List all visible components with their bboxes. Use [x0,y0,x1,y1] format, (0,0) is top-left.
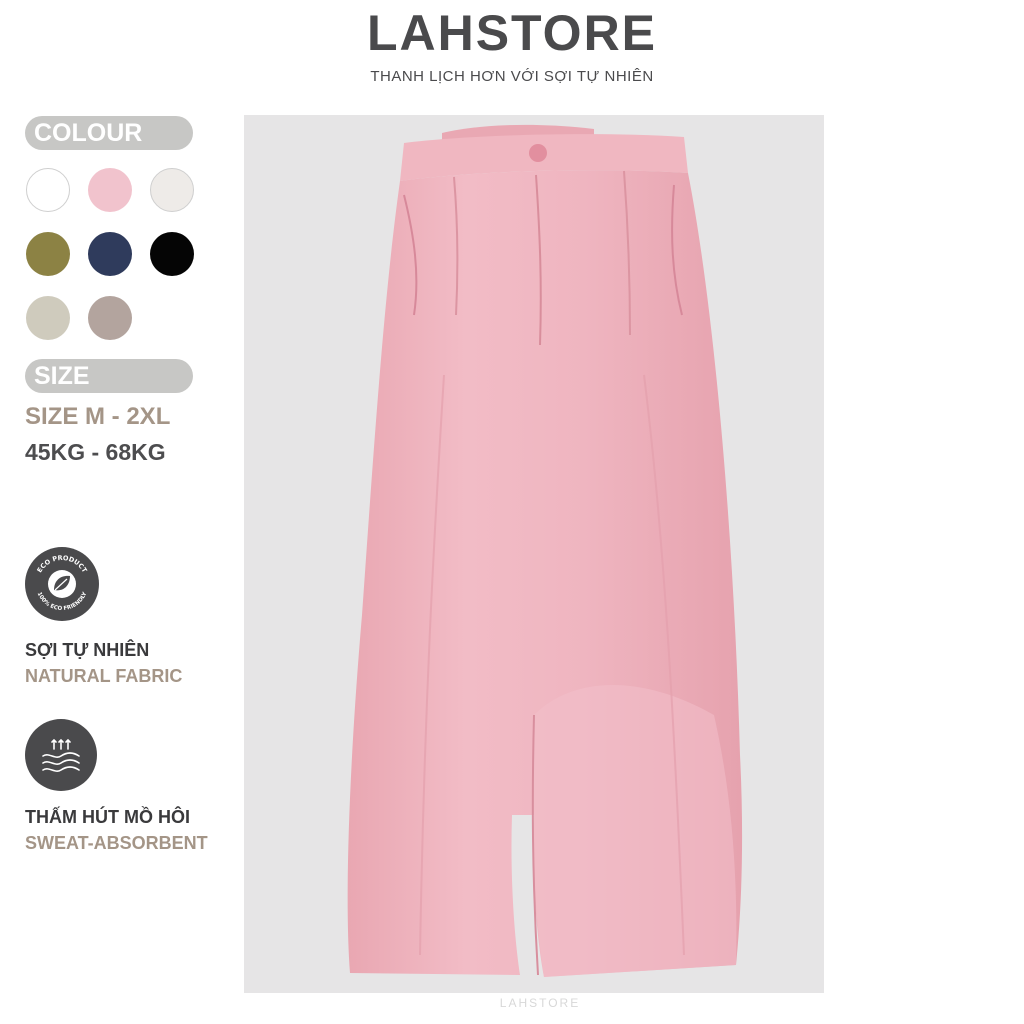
colour-swatch-navy[interactable] [88,232,132,276]
colour-swatch-olive[interactable] [26,232,70,276]
colour-swatch-black[interactable] [150,232,194,276]
brand-logo: LAHSTORE [366,5,658,61]
size-heading: SIZE [25,359,193,393]
feature-sweat-absorbent-en: SWEAT-ABSORBENT [25,833,208,853]
product-image [244,115,824,993]
watermark-text: LAHSTORE [499,996,581,1010]
colour-swatch-cream[interactable] [150,168,194,212]
brand-tagline: THANH LỊCH HƠN VỚI SỢI TỰ NHIÊN [370,68,654,85]
eco-product-icon: ECO PRODUCT 100% ECO FRIENDLY [25,547,99,621]
colour-swatch-taupe[interactable] [88,296,132,340]
feature-natural-fabric-en: NATURAL FABRIC [25,666,183,686]
colour-heading: COLOUR [25,116,193,150]
colour-swatch-pink[interactable] [88,168,132,212]
waistband-button [529,144,547,162]
sweat-absorbent-icon [25,719,97,791]
feature-natural-fabric-vi: SỢI TỰ NHIÊN [25,640,150,660]
size-range: SIZE M - 2XL [25,403,171,430]
weight-range: 45KG - 68KG [25,439,166,465]
colour-swatch-beige[interactable] [26,296,70,340]
colour-swatch-white[interactable] [26,168,70,212]
feature-sweat-absorbent-vi: THẤM HÚT MỒ HÔI [25,807,190,827]
